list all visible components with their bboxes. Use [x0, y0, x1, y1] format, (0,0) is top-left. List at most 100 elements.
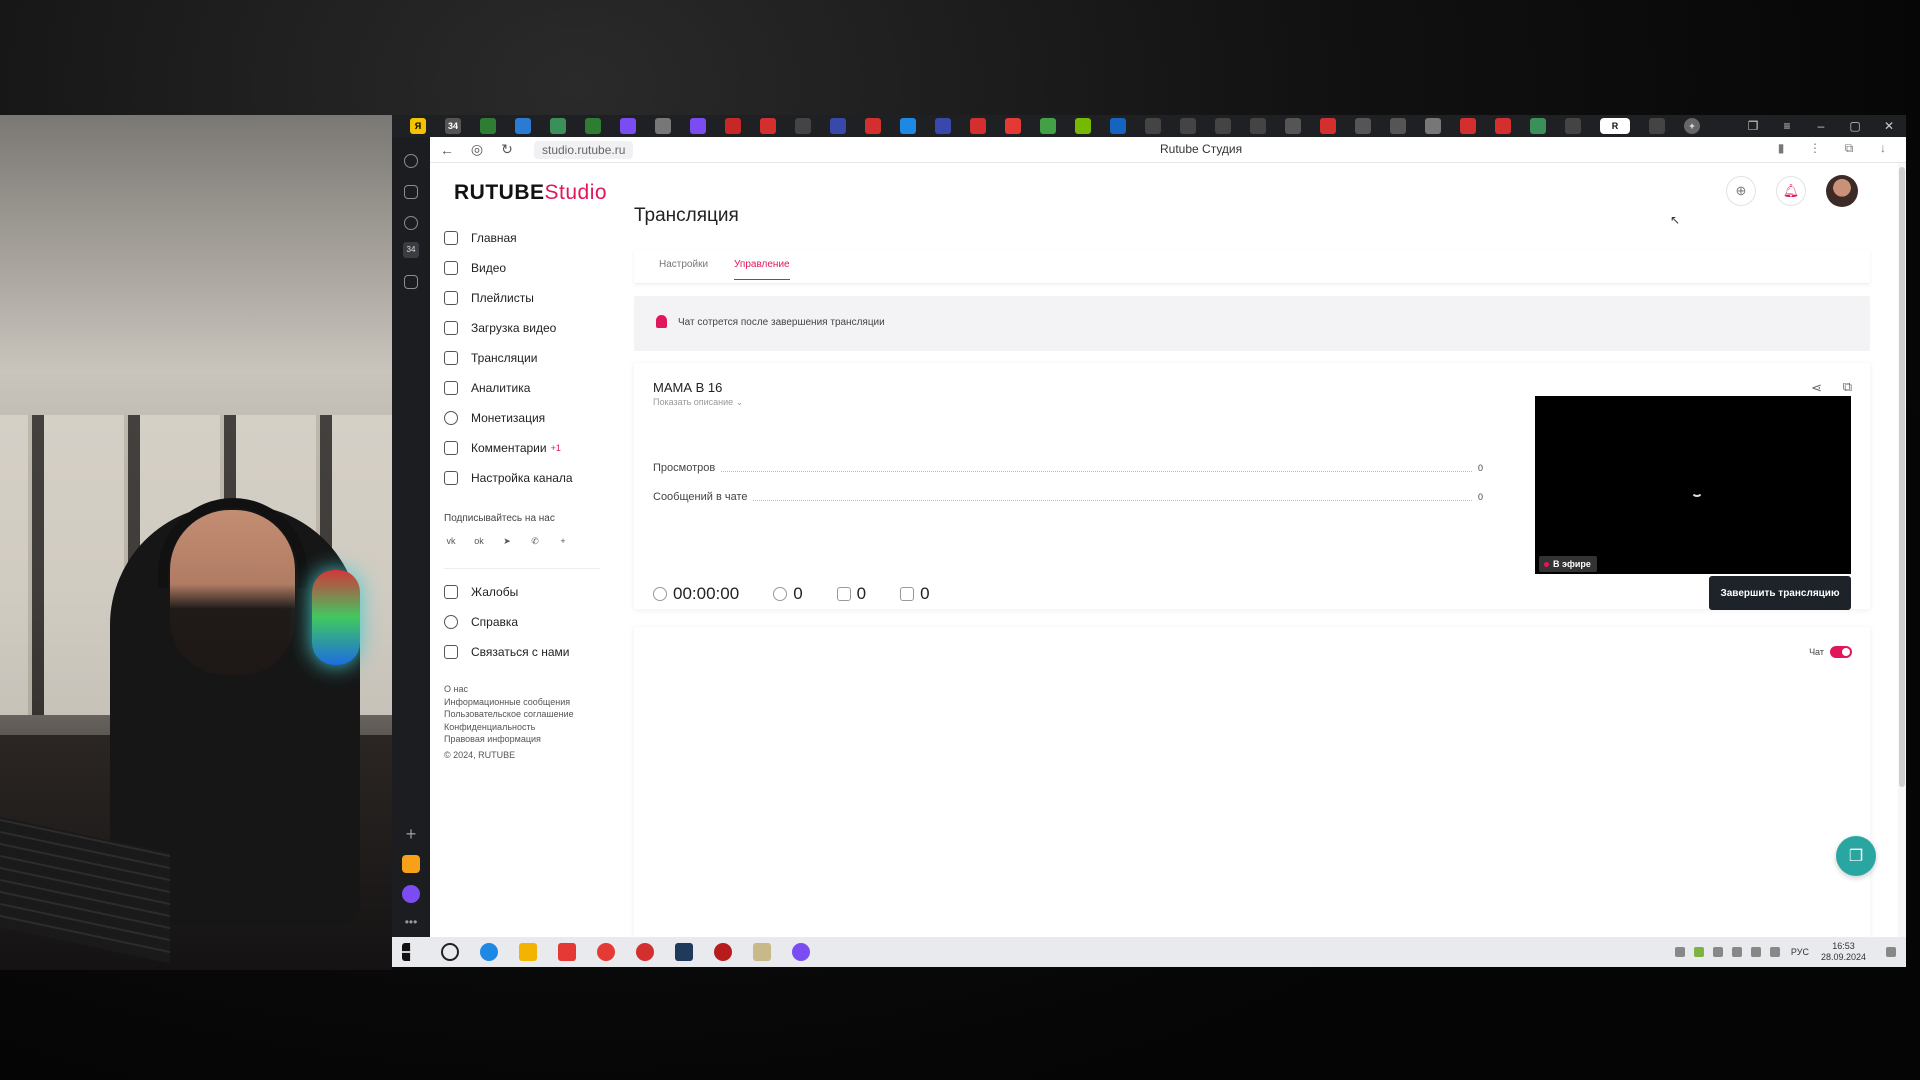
tab-icon[interactable] — [865, 118, 881, 134]
telegram-icon[interactable]: ➤ — [500, 534, 514, 548]
tab-icon[interactable] — [900, 118, 916, 134]
clock[interactable]: 16:53 28.09.2024 — [1821, 941, 1866, 963]
tab-icon[interactable] — [1005, 118, 1021, 134]
close-icon[interactable]: ✕ — [1872, 119, 1906, 133]
tab-icon[interactable] — [1530, 118, 1546, 134]
reload-icon[interactable]: ↻ — [494, 141, 520, 158]
yandex-icon[interactable] — [558, 943, 576, 961]
share-icon[interactable]: ⋖ — [1811, 380, 1822, 396]
more-icon[interactable]: ⋮ — [1798, 141, 1832, 156]
tab-icon[interactable] — [760, 118, 776, 134]
rutube-logo[interactable]: RUTUBEStudio — [454, 181, 607, 205]
scrollbar[interactable] — [1898, 163, 1906, 937]
camera-icon[interactable] — [404, 275, 418, 289]
sidebar-item-broadcasts[interactable]: Трансляции — [430, 343, 610, 373]
edge-icon[interactable] — [480, 943, 498, 961]
tab-icon[interactable] — [480, 118, 496, 134]
search-icon[interactable] — [441, 943, 459, 961]
tab-icon[interactable] — [1040, 118, 1056, 134]
tab-icon[interactable] — [1180, 118, 1196, 134]
menu-icon[interactable]: ≡ — [1770, 119, 1804, 133]
play-icon[interactable] — [404, 216, 418, 230]
tab-icon[interactable] — [655, 118, 671, 134]
tab-icon[interactable] — [725, 118, 741, 134]
end-stream-button[interactable]: Завершить трансляцию — [1709, 576, 1851, 610]
tab-icon[interactable] — [1145, 118, 1161, 134]
tab-icon[interactable] — [1649, 118, 1665, 134]
tab-icon[interactable] — [1075, 118, 1091, 134]
footer-link[interactable]: Информационные сообщения — [444, 696, 610, 709]
new-tab-icon[interactable]: + — [1684, 118, 1700, 134]
obs-icon[interactable] — [675, 943, 693, 961]
tab-icon[interactable] — [1215, 118, 1231, 134]
tab-icon[interactable] — [1250, 118, 1266, 134]
tab-icon[interactable] — [935, 118, 951, 134]
yandex-browser-icon[interactable] — [597, 943, 615, 961]
alice-app-icon[interactable] — [402, 885, 420, 903]
usb-icon[interactable] — [1712, 947, 1723, 957]
chat-toggle[interactable] — [1830, 646, 1852, 658]
tab-icon[interactable] — [1285, 118, 1301, 134]
footer-link[interactable]: Конфиденциальность — [444, 721, 610, 734]
sidebar-item-playlists[interactable]: Плейлисты — [430, 283, 610, 313]
add-panel-icon[interactable]: + — [392, 824, 430, 845]
chevron-up-icon[interactable] — [1674, 947, 1685, 957]
video-player[interactable]: В эфире — [1535, 396, 1851, 574]
tab-icon[interactable] — [1425, 118, 1441, 134]
tab-icon[interactable] — [1390, 118, 1406, 134]
sidebar-item-upload[interactable]: Загрузка видео — [430, 313, 610, 343]
download-icon[interactable]: ↓ — [1866, 141, 1900, 156]
discord-icon[interactable] — [792, 943, 810, 961]
tab-icon[interactable] — [830, 118, 846, 134]
tab-icon[interactable] — [970, 118, 986, 134]
vk-icon[interactable]: vk — [444, 534, 458, 548]
show-description-link[interactable]: Показать описание ⌄ — [653, 397, 743, 408]
tab-icon[interactable]: 34 — [445, 118, 461, 134]
mail-app-icon[interactable] — [402, 855, 420, 873]
tab-settings[interactable]: Настройки — [659, 259, 708, 270]
active-tab-rutube[interactable]: R — [1600, 118, 1630, 134]
ok-icon[interactable]: ok — [472, 534, 486, 548]
footer-link[interactable]: О нас — [444, 683, 610, 696]
extensions-icon[interactable]: ⧉ — [1832, 141, 1866, 156]
tab-icon[interactable] — [550, 118, 566, 134]
sidebar-item-help[interactable]: Справка — [430, 607, 610, 637]
external-link-icon[interactable]: ⧉ — [1843, 379, 1852, 395]
app-icon[interactable] — [753, 943, 771, 961]
support-chat-icon[interactable]: ❐ — [1836, 836, 1876, 876]
tabs-overview-icon[interactable]: ❐ — [1736, 119, 1770, 133]
avatar[interactable] — [1826, 175, 1858, 207]
tray-app-icon[interactable] — [1693, 947, 1704, 957]
notifications-icon[interactable]: 🔔︎ — [1776, 176, 1806, 206]
badge-icon[interactable]: 34 — [403, 242, 419, 258]
explorer-icon[interactable] — [519, 943, 537, 961]
sidebar-item-analytics[interactable]: Аналитика — [430, 373, 610, 403]
sidebar-item-video[interactable]: Видео — [430, 253, 610, 283]
tab-icon[interactable] — [1495, 118, 1511, 134]
footer-link[interactable]: Пользовательское соглашение — [444, 708, 610, 721]
tab-icon[interactable] — [1320, 118, 1336, 134]
tab-icon[interactable] — [1110, 118, 1126, 134]
tab-icon[interactable] — [620, 118, 636, 134]
network-icon[interactable] — [1750, 947, 1761, 957]
tab-management[interactable]: Управление — [734, 259, 790, 280]
sidebar-item-channel-settings[interactable]: Настройка канала — [430, 463, 610, 493]
scrollbar-thumb[interactable] — [1899, 167, 1905, 787]
app-icon[interactable] — [714, 943, 732, 961]
bookmark-icon[interactable]: ▮ — [1764, 141, 1798, 156]
language-indicator[interactable]: РУС — [1791, 947, 1809, 957]
plus-icon[interactable]: + — [556, 534, 570, 548]
sidebar-item-comments[interactable]: Комментарии +1 — [430, 433, 610, 463]
volume-icon[interactable] — [1769, 947, 1780, 957]
start-icon[interactable] — [402, 943, 411, 961]
sidebar-item-contact[interactable]: Связаться с нами — [430, 637, 610, 667]
collections-icon[interactable] — [404, 185, 418, 199]
tab-icon[interactable] — [690, 118, 706, 134]
more-icon[interactable]: ••• — [392, 915, 430, 929]
tab-icon[interactable] — [585, 118, 601, 134]
tab-icon[interactable] — [1355, 118, 1371, 134]
shield-icon[interactable]: ◎ — [464, 141, 490, 158]
microphone-icon[interactable] — [1731, 947, 1742, 957]
tab-icon[interactable] — [1460, 118, 1476, 134]
tab-icon[interactable] — [795, 118, 811, 134]
